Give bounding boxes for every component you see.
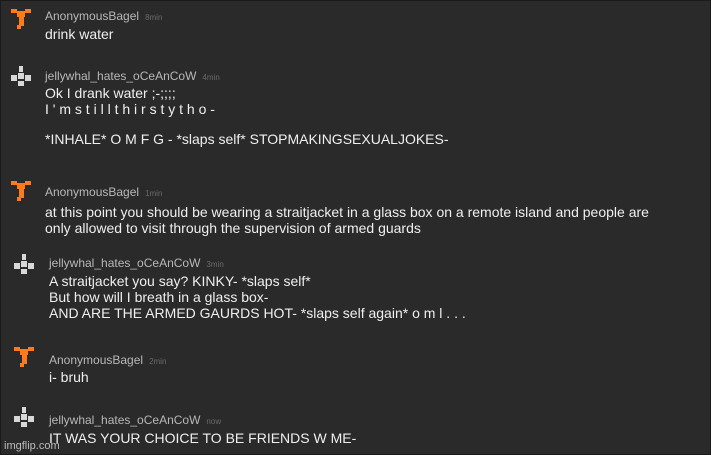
timestamp: 4min bbox=[202, 73, 220, 82]
comment-header: AnonymousBagel 2min bbox=[49, 351, 166, 369]
comment-blank-line bbox=[45, 117, 449, 131]
orange-pixel-figure-icon bbox=[11, 181, 31, 201]
comment-header: AnonymousBagel 8min bbox=[45, 7, 162, 25]
timestamp: 8min bbox=[145, 13, 163, 22]
avatar[interactable] bbox=[13, 406, 35, 428]
comment-body: Ok I drank water ;-;;;; I ' m s t i l l … bbox=[45, 85, 449, 147]
comment-header: jellywhal_hates_oCeAnCoW 3min bbox=[49, 254, 224, 272]
avatar[interactable] bbox=[10, 8, 32, 30]
comment-line: But how will I breath in a glass box- bbox=[49, 289, 269, 305]
white-pixel-figure-icon bbox=[14, 407, 34, 427]
username[interactable]: AnonymousBagel bbox=[49, 353, 143, 367]
avatar[interactable] bbox=[10, 180, 32, 202]
comment-line: at this point you should be wearing a st… bbox=[45, 204, 649, 220]
username[interactable]: jellywhal_hates_oCeAnCoW bbox=[45, 69, 196, 83]
comment-line: i- bruh bbox=[49, 369, 89, 385]
comment-body: drink water bbox=[45, 26, 113, 42]
comment-line: *INHALE* O M F G - *slaps self* STOPMAKI… bbox=[45, 131, 449, 147]
comment-line: I ' m s t i l l t h i r s t y t h o - bbox=[45, 101, 215, 117]
comment-body: i- bruh bbox=[49, 369, 89, 385]
comment-line: drink water bbox=[45, 26, 114, 42]
white-pixel-figure-icon bbox=[11, 66, 31, 86]
orange-pixel-figure-icon bbox=[14, 347, 34, 367]
comment-line: only allowed to visit through the superv… bbox=[45, 220, 421, 236]
comment-line: AND ARE THE ARMED GAURDS HOT- *slaps sel… bbox=[49, 305, 466, 321]
comment-header: jellywhal_hates_oCeAnCoW now bbox=[49, 411, 221, 429]
comment-body: at this point you should be wearing a st… bbox=[45, 204, 649, 236]
watermark: imgflip.com bbox=[4, 440, 60, 452]
timestamp: now bbox=[206, 417, 222, 426]
username[interactable]: AnonymousBagel bbox=[45, 9, 139, 23]
username[interactable]: jellywhal_hates_oCeAnCoW bbox=[49, 256, 200, 270]
comment-line: Ok I drank water ;-;;;; bbox=[45, 85, 176, 101]
avatar[interactable] bbox=[13, 253, 35, 275]
username[interactable]: AnonymousBagel bbox=[45, 185, 139, 199]
white-pixel-figure-icon bbox=[14, 254, 34, 274]
avatar[interactable] bbox=[13, 346, 35, 368]
comment-line: A straitjacket you say? KINKY- *slaps se… bbox=[49, 273, 311, 289]
avatar[interactable] bbox=[10, 65, 32, 87]
timestamp: 3min bbox=[206, 260, 224, 269]
comment-body: A straitjacket you say? KINKY- *slaps se… bbox=[49, 273, 466, 321]
timestamp: 1min bbox=[145, 189, 163, 198]
comment-line: IT WAS YOUR CHOICE TO BE FRIENDS W ME- bbox=[49, 430, 357, 446]
comment-thread: AnonymousBagel 8min drink water jellywhal… bbox=[0, 0, 711, 455]
username[interactable]: jellywhal_hates_oCeAnCoW bbox=[49, 413, 200, 427]
comment-header: AnonymousBagel 1min bbox=[45, 183, 162, 201]
timestamp: 2min bbox=[149, 357, 167, 366]
comment-body: IT WAS YOUR CHOICE TO BE FRIENDS W ME- bbox=[49, 430, 356, 446]
orange-pixel-figure-icon bbox=[11, 9, 31, 29]
comment-header: jellywhal_hates_oCeAnCoW 4min bbox=[45, 67, 220, 85]
